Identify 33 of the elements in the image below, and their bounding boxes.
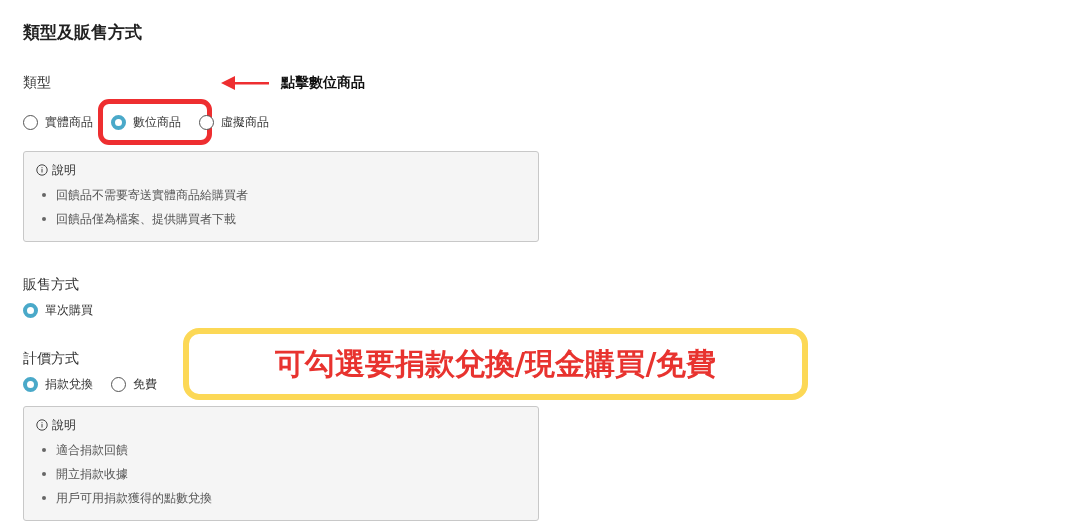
radio-button[interactable] [111,376,126,392]
info-text: 開立捐款收據 [56,465,128,483]
info-icon [36,164,48,176]
field-label: 販售方式 [23,275,79,294]
info-text: 回饋品不需要寄送實體商品給購買者 [56,186,248,204]
arrow-icon [221,75,269,90]
option-label: 數位商品 [133,113,181,131]
bullet-icon [42,217,46,221]
option-label: 單次購買 [45,301,93,319]
info-text: 用戶可用捐款獲得的點數兌換 [56,489,212,507]
bullet-icon [42,472,46,476]
option-label: 捐款兌換 [45,375,93,393]
bullet-icon [42,448,46,452]
option-label: 實體商品 [45,113,93,131]
info-text: 回饋品僅為檔案、提供購買者下載 [56,210,236,228]
section-title: 類型及販售方式 [23,21,142,44]
info-title: 說明 [52,416,76,434]
radio-button[interactable] [23,302,38,318]
radio-button[interactable] [23,114,38,130]
radio-button[interactable] [23,376,38,392]
info-text: 適合捐款回饋 [56,441,128,459]
field-label: 類型 [23,73,51,92]
radio-button[interactable] [111,114,126,130]
field-label: 計價方式 [23,349,79,368]
annotation-text: 點擊數位商品 [281,73,365,92]
bullet-icon [42,496,46,500]
info-title: 說明 [52,161,76,179]
option-label: 免費 [133,375,157,393]
radio-button[interactable] [199,114,214,130]
info-icon [36,419,48,431]
bullet-icon [42,193,46,197]
option-label: 虛擬商品 [221,113,269,131]
callout-text: 可勾選要捐款兌換/現金購買/免費 [274,344,717,383]
